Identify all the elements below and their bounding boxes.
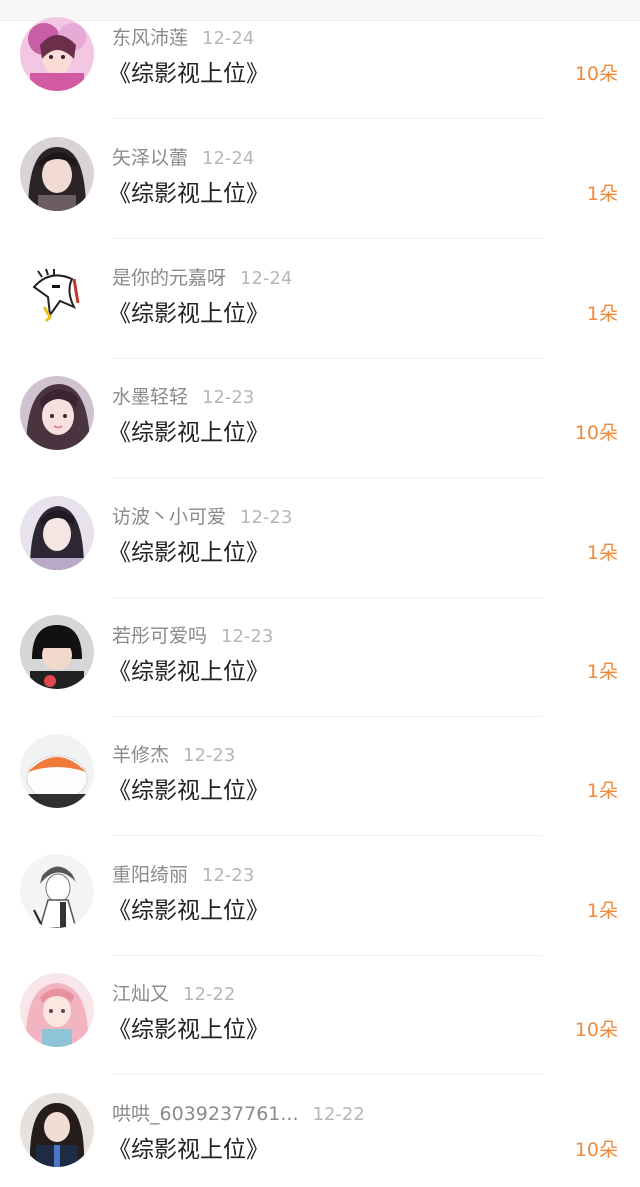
avatar[interactable] [20,496,94,570]
gift-amount: 10朵 [574,63,618,85]
gift-date: 12-23 [202,387,255,408]
sender-name[interactable]: 水墨轻轻 [112,386,188,408]
anime-girl-avatar-icon [20,17,94,91]
sender-name[interactable]: 羊修杰 [112,744,169,766]
gift-records-page: 东风沛莲 12-24 《综影视上位》 10朵 矢泽以蕾 12-24 《综影视上位》 [0,0,640,1187]
gift-date: 12-22 [312,1104,365,1125]
avatar[interactable] [20,973,94,1047]
gift-amount: 1朵 [586,303,618,325]
gift-date: 12-23 [221,626,274,647]
list-item[interactable]: 重阳绮丽 12-23 《综影视上位》 1朵 [0,836,640,956]
gift-amount: 1朵 [586,780,618,802]
avatar[interactable] [20,854,94,928]
avatar[interactable] [20,17,94,91]
child-photo-avatar-icon [20,615,94,689]
list-item[interactable]: 水墨轻轻 12-23 《综影视上位》 10朵 [0,358,640,478]
sketch-boy-avatar-icon [20,854,94,928]
sender-name[interactable]: 访波丶小可爱 [112,506,226,528]
gift-date: 12-22 [183,984,236,1005]
sender-meta: 重阳绮丽 12-23 [112,862,254,888]
book-title[interactable]: 《综影视上位》 [108,1133,269,1167]
sender-name[interactable]: 是你的元嘉呀 [112,267,226,289]
sender-meta: 访波丶小可爱 12-23 [112,504,292,530]
book-title[interactable]: 《综影视上位》 [108,655,269,689]
sender-meta: 是你的元嘉呀 12-24 [112,265,292,291]
gift-amount: 1朵 [586,542,618,564]
gift-amount: 10朵 [574,1139,618,1161]
sender-meta: 哄哄_6039237761... 12-22 [112,1101,365,1127]
book-title[interactable]: 《综影视上位》 [108,177,269,211]
list-item[interactable]: 若彤可爱吗 12-23 《综影视上位》 1朵 [0,597,640,717]
avatar[interactable] [20,615,94,689]
book-title[interactable]: 《综影视上位》 [108,536,269,570]
sender-meta: 若彤可爱吗 12-23 [112,623,273,649]
sender-meta: 东风沛莲 12-24 [112,25,254,51]
gift-amount: 1朵 [586,183,618,205]
list-item[interactable]: 矢泽以蕾 12-24 《综影视上位》 1朵 [0,119,640,239]
girl-photo-avatar-icon [20,496,94,570]
book-title[interactable]: 《综影视上位》 [108,774,269,808]
girl-photo-avatar-icon [20,137,94,211]
sushi-avatar-icon [20,734,94,808]
sender-name[interactable]: 若彤可爱吗 [112,625,207,647]
book-title[interactable]: 《综影视上位》 [108,57,269,91]
girl-photo-avatar-icon [20,1093,94,1167]
avatar[interactable] [20,257,94,331]
sender-name[interactable]: 矢泽以蕾 [112,147,188,169]
avatar[interactable] [20,1093,94,1167]
avatar[interactable] [20,734,94,808]
gift-date: 12-24 [240,268,293,289]
list-item[interactable]: 江灿又 12-22 《综影视上位》 10朵 [0,955,640,1075]
sender-name[interactable]: 重阳绮丽 [112,864,188,886]
sender-name[interactable]: 哄哄_6039237761... [112,1103,299,1125]
gift-amount: 10朵 [574,422,618,444]
list-item[interactable]: 访波丶小可爱 12-23 《综影视上位》 1朵 [0,478,640,598]
gift-amount: 1朵 [586,661,618,683]
book-title[interactable]: 《综影视上位》 [108,416,269,450]
sketch-bird-avatar-icon [20,257,94,331]
girl-photo-avatar-icon [20,376,94,450]
gift-date: 12-24 [202,148,255,169]
list-item[interactable]: 东风沛莲 12-24 《综影视上位》 10朵 [0,0,640,119]
gift-date: 12-24 [202,28,255,49]
gift-date: 12-23 [183,745,236,766]
sender-name[interactable]: 江灿又 [112,983,169,1005]
list-item[interactable]: 哄哄_6039237761... 12-22 《综影视上位》 10朵 [0,1075,640,1187]
avatar[interactable] [20,376,94,450]
list-item[interactable]: 是你的元嘉呀 12-24 《综影视上位》 1朵 [0,239,640,359]
sender-name[interactable]: 东风沛莲 [112,27,188,49]
avatar[interactable] [20,137,94,211]
gift-date: 12-23 [240,507,293,528]
gift-record-list: 东风沛莲 12-24 《综影视上位》 10朵 矢泽以蕾 12-24 《综影视上位》 [0,0,640,1187]
book-title[interactable]: 《综影视上位》 [108,1013,269,1047]
sender-meta: 水墨轻轻 12-23 [112,384,254,410]
gift-date: 12-23 [202,865,255,886]
list-item[interactable]: 羊修杰 12-23 《综影视上位》 1朵 [0,716,640,836]
book-title[interactable]: 《综影视上位》 [108,894,269,928]
anime-pink-hair-avatar-icon [20,973,94,1047]
sender-meta: 江灿又 12-22 [112,981,235,1007]
sender-meta: 矢泽以蕾 12-24 [112,145,254,171]
gift-amount: 1朵 [586,900,618,922]
book-title[interactable]: 《综影视上位》 [108,297,269,331]
sender-meta: 羊修杰 12-23 [112,742,235,768]
gift-amount: 10朵 [574,1019,618,1041]
